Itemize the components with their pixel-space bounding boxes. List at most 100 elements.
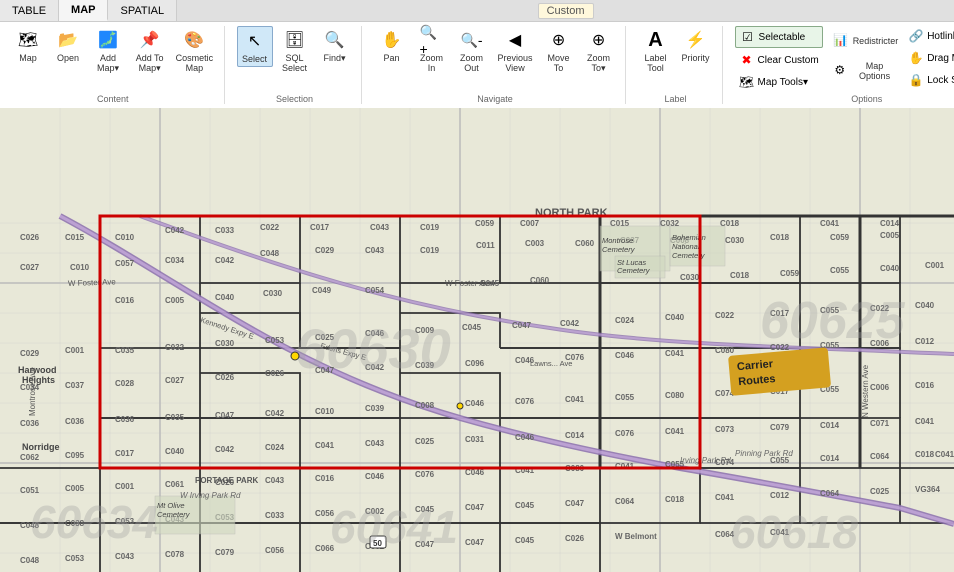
redistricter-button[interactable]: 📊 Redistricter [827,26,901,54]
sql-select-button[interactable]: 🗄 SQL Select [277,26,313,75]
svg-text:C024: C024 [615,316,635,325]
selectable-label: Selectable [759,32,806,43]
svg-text:Cemetery: Cemetery [617,266,651,275]
svg-text:C001: C001 [65,346,85,355]
svg-text:C018: C018 [665,495,685,504]
svg-text:C027: C027 [20,263,40,272]
svg-text:C041: C041 [665,427,685,436]
svg-text:C008: C008 [415,401,435,410]
svg-text:C017: C017 [115,449,135,458]
svg-text:PORTAGE PARK: PORTAGE PARK [195,476,258,485]
map-tools-label: Map Tools▾ [758,77,808,88]
svg-text:C001: C001 [115,482,135,491]
ribbon-group-content-items: 🗺 Map 📂 Open 🗾 Add Map▾ 📌 Add To Map▾ 🎨 [10,26,216,92]
svg-text:C043: C043 [365,439,385,448]
add-map-icon: 🗾 [96,28,120,52]
options-col-3: 🔗 Hotlink Options ✋ Drag Map 🔒 Lock Scal… [904,26,954,90]
zoom-in-label: Zoom In [418,53,446,73]
drag-map-icon: ✋ [908,50,924,66]
svg-text:C014: C014 [820,421,840,430]
priority-button[interactable]: ⚡ Priority [678,26,714,65]
svg-text:C051: C051 [20,486,40,495]
drag-map-button[interactable]: ✋ Drag Map [904,48,954,68]
svg-text:VG364: VG364 [915,485,940,494]
add-to-map-label: Add To Map▾ [134,53,165,74]
svg-text:C026: C026 [215,373,235,382]
map-options-button[interactable]: ⚙ Map Options [827,56,901,84]
svg-text:C026: C026 [20,233,40,242]
lock-scale-icon: 🔒 [908,72,924,88]
map-options-label: Map Options [851,61,898,81]
zoom-to-button[interactable]: ⊕ Zoom To▾ [581,26,617,76]
svg-text:C061: C061 [165,480,185,489]
svg-text:C064: C064 [870,452,890,461]
svg-text:C010: C010 [315,407,335,416]
tab-spatial[interactable]: SPATIAL [108,0,177,21]
svg-text:C030: C030 [725,236,745,245]
sql-select-icon: 🗄 [283,28,307,52]
previous-view-button[interactable]: ◀ Previous View [494,26,537,75]
svg-text:C046: C046 [615,351,635,360]
svg-text:C018: C018 [915,450,935,459]
tab-table[interactable]: TABLE [0,0,59,21]
find-button[interactable]: 🔍 Find▾ [317,26,353,66]
add-to-map-icon: 📌 [138,28,162,52]
selectable-button[interactable]: ☑ Selectable [735,26,823,48]
svg-text:C030: C030 [680,273,700,282]
map-button[interactable]: 🗺 Map [10,26,46,65]
svg-text:Irving Park Rd: Irving Park Rd [680,456,731,465]
map-container[interactable]: C026 C015 C010 C042 C033 C022 C017 C043 … [0,108,954,572]
svg-text:C045: C045 [515,501,535,510]
select-icon: ↖ [243,29,267,53]
svg-text:C041: C041 [820,219,840,228]
svg-text:C001: C001 [925,261,945,270]
svg-text:C010: C010 [115,233,135,242]
svg-text:C031: C031 [465,435,485,444]
pan-icon: ✋ [380,28,404,52]
svg-text:C011: C011 [476,241,495,250]
zoom-out-button[interactable]: 🔍- Zoom Out [454,26,490,75]
zoom-in-button[interactable]: 🔍+ Zoom In [414,26,450,75]
select-button[interactable]: ↖ Select [237,26,273,67]
move-to-button[interactable]: ⊕ Move To [541,26,577,75]
cosmetic-map-button[interactable]: 🎨 Cosmetic Map [173,26,215,75]
svg-text:C080: C080 [715,346,735,355]
custom-label: Custom [538,3,594,19]
hotlink-options-button[interactable]: 🔗 Hotlink Options [904,26,954,46]
svg-text:C019: C019 [420,223,440,232]
svg-text:C043: C043 [115,552,135,561]
pan-button[interactable]: ✋ Pan [374,26,410,65]
svg-text:C017: C017 [310,223,330,232]
add-map-button[interactable]: 🗾 Add Map▾ [90,26,126,76]
map-tools-icon: 🗺 [739,74,755,90]
svg-text:C003: C003 [525,239,545,248]
redistricter-icon: 📊 [829,28,853,52]
svg-text:C047: C047 [215,411,235,420]
label-tool-icon: A [644,28,668,52]
ribbon-group-selection: ↖ Select 🗄 SQL Select 🔍 Find▾ Selection [233,26,362,104]
tab-map[interactable]: MAP [59,0,108,21]
svg-text:C041: C041 [715,493,735,502]
svg-text:Cemetery: Cemetery [157,510,191,519]
lock-scale-button[interactable]: 🔒 Lock Scale [904,70,954,90]
lock-scale-label: Lock Scale [927,75,954,86]
svg-text:C079: C079 [770,423,790,432]
options-col-1: ☑ Selectable ✖ Clear Custom 🗺 Map Tools▾ [735,26,823,92]
open-button[interactable]: 📂 Open [50,26,86,65]
svg-text:C042: C042 [560,319,580,328]
svg-text:Mt Olive: Mt Olive [157,501,185,510]
svg-text:C095: C095 [65,451,85,460]
svg-text:C045: C045 [462,323,482,332]
add-to-map-button[interactable]: 📌 Add To Map▾ [130,26,169,76]
label-tool-button[interactable]: A Label Tool [638,26,674,75]
svg-text:C062: C062 [20,453,40,462]
svg-text:C030: C030 [215,339,235,348]
svg-text:C059: C059 [780,269,800,278]
svg-text:C027: C027 [165,376,185,385]
svg-text:C096: C096 [465,359,485,368]
map-tools-button[interactable]: 🗺 Map Tools▾ [735,72,823,92]
svg-text:C030: C030 [263,289,283,298]
svg-text:C064: C064 [615,497,635,506]
clear-custom-button[interactable]: ✖ Clear Custom [735,50,823,70]
svg-text:C041: C041 [665,349,685,358]
